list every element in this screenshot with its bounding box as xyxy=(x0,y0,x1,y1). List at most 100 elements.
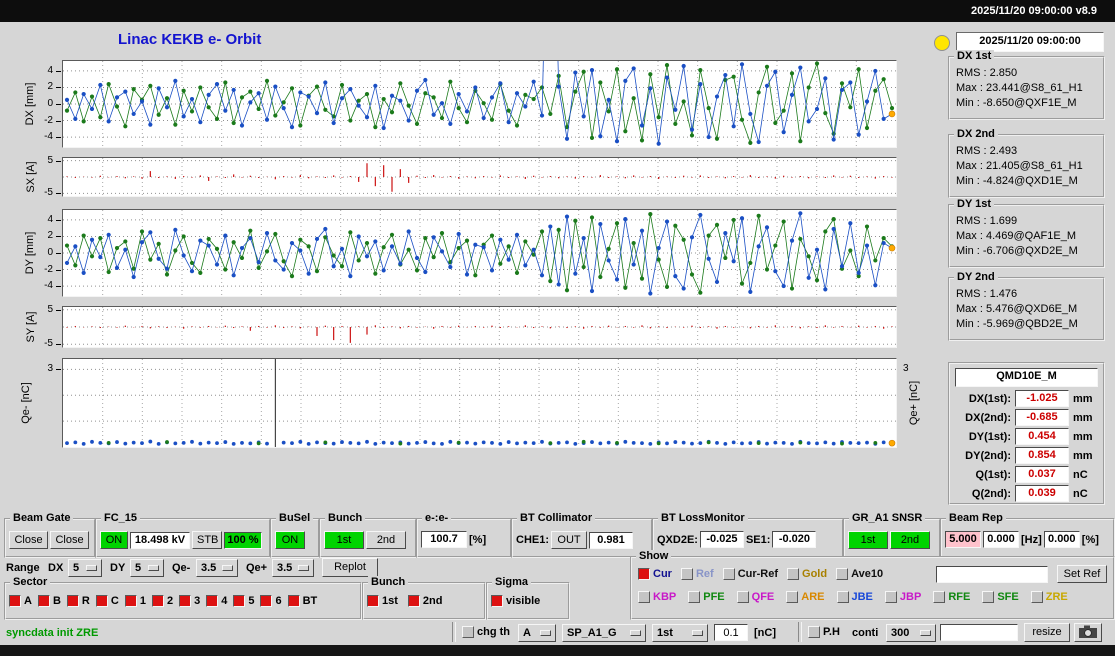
show-checkbox-pfe[interactable]: PFE xyxy=(688,591,725,603)
che1-out-button[interactable]: OUT xyxy=(551,531,588,549)
ph-checkbox[interactable]: P.H xyxy=(808,626,840,638)
show-checkbox-jbp[interactable]: JBP xyxy=(884,591,922,603)
busel-on-button[interactable]: ON xyxy=(275,531,305,549)
show-checkbox-ref[interactable]: Ref xyxy=(680,568,714,580)
beam-gate-close-button-2[interactable]: Close xyxy=(50,531,89,549)
set-ref-button[interactable]: Set Ref xyxy=(1057,565,1107,583)
readout-unit: mm xyxy=(1073,449,1093,462)
show-checkbox-gold[interactable]: Gold xyxy=(787,568,827,580)
ref-name-input[interactable] xyxy=(936,565,1048,583)
checkbox-indicator xyxy=(787,568,800,580)
show-checkbox-sfe[interactable]: SFE xyxy=(982,591,1019,603)
screenshot-camera-button[interactable] xyxy=(1074,623,1102,642)
readout-value: -0.685 xyxy=(1015,409,1069,426)
replot-button[interactable]: Replot xyxy=(322,558,378,577)
dx-orbit-chart xyxy=(62,0,897,148)
bunch-checkbox-2nd[interactable]: 2nd xyxy=(407,595,442,607)
show-checkbox-cur[interactable]: Cur xyxy=(638,568,672,580)
sector-checkbox-5[interactable]: 5 xyxy=(233,595,254,607)
sector-select[interactable]: A xyxy=(518,624,556,642)
sector-checkbox-2[interactable]: 2 xyxy=(151,595,173,607)
checkbox-label: SFE xyxy=(997,591,1019,603)
sector-checkbox-BT[interactable]: BT xyxy=(287,595,318,607)
fc15-on-button[interactable]: ON xyxy=(100,531,128,549)
show-checkbox-cur-ref[interactable]: Cur-Ref xyxy=(722,568,778,580)
show-checkbox-rfe[interactable]: RFE xyxy=(933,591,970,603)
bunch-2nd-button[interactable]: 2nd xyxy=(366,531,406,549)
range-dx-select[interactable]: 5 xyxy=(68,559,102,577)
readout-value: 0.039 xyxy=(1015,485,1069,502)
checkbox-indicator xyxy=(688,591,701,603)
busel-title: BuSel xyxy=(276,512,314,525)
beam-rep-pct-unit: [%] xyxy=(1081,533,1099,546)
bunch-order-select[interactable]: 1st xyxy=(652,624,708,642)
sector-checkbox-A[interactable]: A xyxy=(9,595,32,607)
sector-checkbox-1[interactable]: 1 xyxy=(124,595,146,607)
fc15-group: FC_15 ON 18.498 kV STB 100 % xyxy=(95,512,271,558)
show-checkbox-jbe[interactable]: JBE xyxy=(836,591,873,603)
checkbox-indicator xyxy=(206,595,219,607)
checkbox-label: BT xyxy=(302,595,318,607)
beam-gate-close-button-1[interactable]: Close xyxy=(9,531,48,549)
checkbox-indicator xyxy=(287,595,300,607)
stat-rms-value: RMS : 2.493 xyxy=(956,145,1018,157)
qe-plus-axis-title: Qe+ [nC] xyxy=(908,380,920,426)
y-tick-mark xyxy=(56,219,61,221)
checkbox-label: JBP xyxy=(899,591,922,603)
dy-orbit-chart xyxy=(62,209,897,297)
stat-min-value: Min : -6.706@QXD2E_M xyxy=(956,245,1078,257)
separator xyxy=(452,622,456,642)
stat-rms-value: RMS : 2.850 xyxy=(956,67,1018,79)
checkbox-indicator xyxy=(933,591,946,603)
snsr-1st-button[interactable]: 1st xyxy=(848,531,888,549)
dropdown-indicator-icon xyxy=(298,565,309,571)
range-dy-select[interactable]: 5 xyxy=(130,559,164,577)
range-qe-minus-select[interactable]: 3.5 xyxy=(196,559,238,577)
checkbox-indicator xyxy=(151,595,164,607)
stat-group-dx-1st: DX 1st RMS : 2.850 Max : 23.441@S8_61_H1 Mi… xyxy=(948,50,1105,120)
show-checkbox-kbp[interactable]: KBP xyxy=(638,591,676,603)
che1-label: CHE1: xyxy=(516,534,550,546)
interval-select[interactable]: 300 xyxy=(886,624,936,642)
checkbox-label: 4 xyxy=(221,595,228,607)
se1-value-display: -0.020 xyxy=(772,531,817,548)
sector-checkbox-B[interactable]: B xyxy=(37,595,61,607)
bunch-checkbox-1st[interactable]: 1st xyxy=(367,595,398,607)
bunch-1st-button[interactable]: 1st xyxy=(324,531,364,549)
monitor-group-select[interactable]: SP_A1_G xyxy=(562,624,646,642)
bunch-title: Bunch xyxy=(325,512,366,525)
show-checkbox-ave10[interactable]: Ave10 xyxy=(836,568,883,580)
show-checkbox-qfe[interactable]: QFE xyxy=(736,591,774,603)
bunch-select-group: Bunch 1st 2nd xyxy=(362,576,486,620)
show-checkbox-zre[interactable]: ZRE xyxy=(1030,591,1068,603)
separator xyxy=(798,622,802,642)
sigma-title: Sigma xyxy=(492,576,532,589)
fc15-stb-button[interactable]: STB xyxy=(192,531,222,549)
sector-checkbox-R[interactable]: R xyxy=(66,595,90,607)
chg-th-checkbox[interactable]: chg th xyxy=(462,626,510,638)
misc-input[interactable] xyxy=(940,624,1018,641)
y-tick-mark xyxy=(56,269,61,271)
sector-checkbox-C[interactable]: C xyxy=(95,595,119,607)
checkbox-label: R xyxy=(81,595,90,607)
checkbox-indicator xyxy=(722,568,735,580)
threshold-input[interactable] xyxy=(714,624,748,641)
checkbox-indicator xyxy=(462,626,474,638)
checkbox-indicator xyxy=(260,595,273,607)
busel-group: BuSel ON xyxy=(270,512,320,558)
sector-title: Sector xyxy=(10,576,51,589)
resize-button[interactable]: resize xyxy=(1024,623,1070,642)
y-tick-mark xyxy=(56,236,61,238)
sigma-checkbox-visible[interactable]: visible xyxy=(491,595,540,607)
sector-checkbox-6[interactable]: 6 xyxy=(260,595,282,607)
monitor-readout-row: DX(1st): -1.025 mm xyxy=(950,389,1103,408)
snsr-2nd-button[interactable]: 2nd xyxy=(890,531,930,549)
dropdown-indicator-icon xyxy=(222,565,233,571)
sector-checkbox-3[interactable]: 3 xyxy=(179,595,200,607)
y-tick-label: 4 xyxy=(47,64,53,76)
show-title: Show xyxy=(636,550,672,563)
range-qe-plus-select[interactable]: 3.5 xyxy=(272,559,314,577)
checkbox-label: A xyxy=(24,595,32,607)
sector-checkbox-4[interactable]: 4 xyxy=(206,595,227,607)
show-checkbox-are[interactable]: ARE xyxy=(786,591,825,603)
